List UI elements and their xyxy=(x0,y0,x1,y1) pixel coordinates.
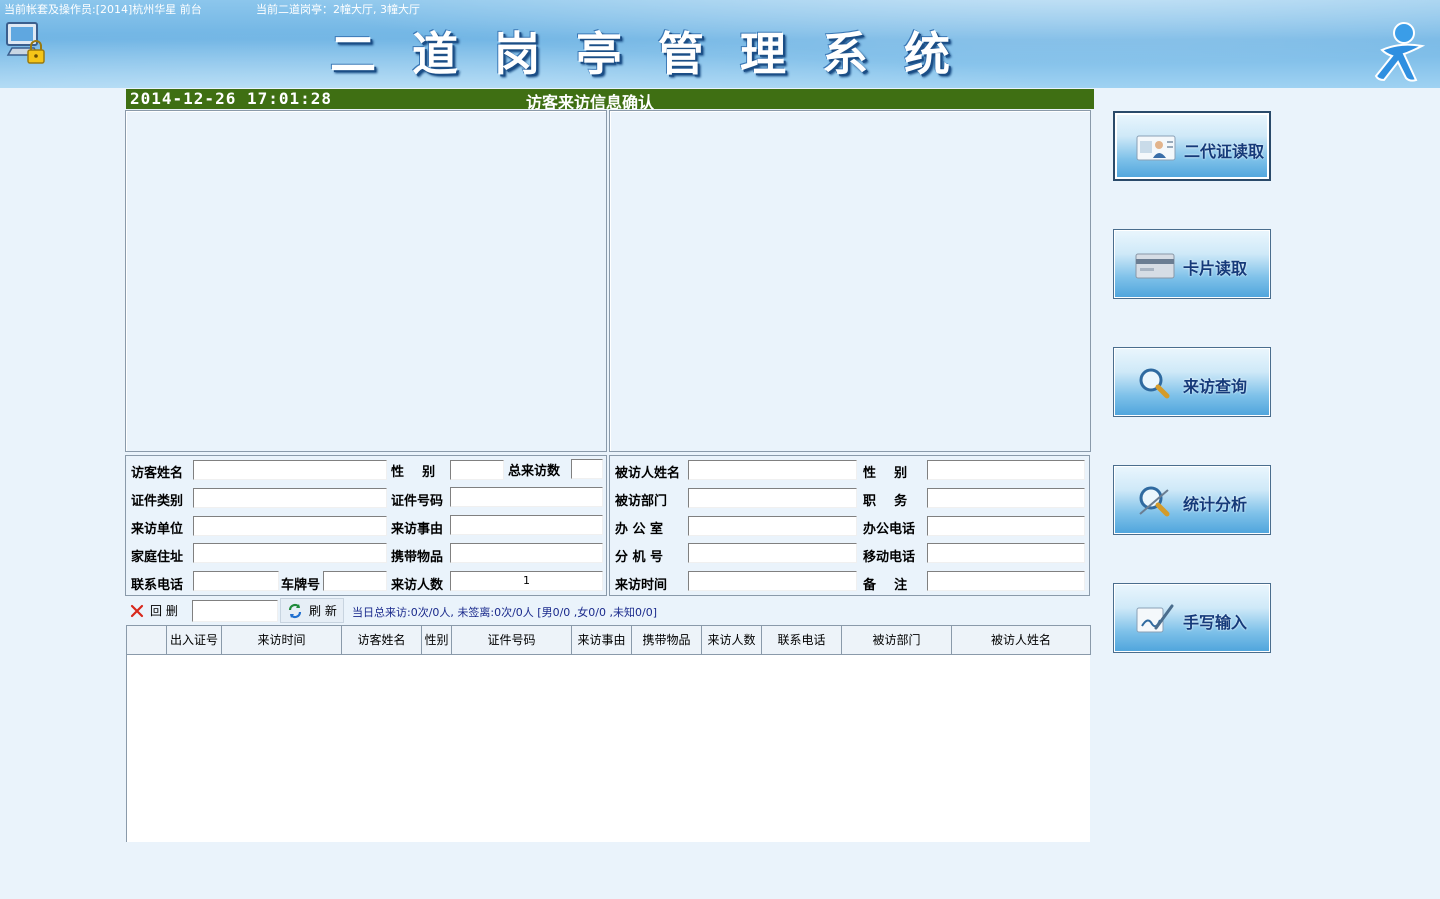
host-name-label: 被访人姓名 xyxy=(615,466,681,481)
visitor-count-label: 来访人数 xyxy=(391,578,444,593)
mobile-label: 移动电话 xyxy=(863,550,916,565)
host-gender-label: 性 别 xyxy=(863,466,908,481)
home-address-field[interactable] xyxy=(193,543,387,563)
office-label: 办 公 室 xyxy=(615,522,664,537)
plate-field[interactable] xyxy=(323,571,387,591)
visit-record-table[interactable]: 出入证号 来访时间 访客姓名 性别 证件号码 来访事由 携带物品 来访人数 联系… xyxy=(126,625,1091,842)
refresh-button-label: 刷 新 xyxy=(309,604,337,618)
id-number-label: 证件号码 xyxy=(391,494,444,509)
id-type-field[interactable] xyxy=(193,488,387,508)
daily-visit-summary: 当日总来访:0次/0人, 未签离:0次/0人 [男0/0 ,女0/0 ,未知0/… xyxy=(352,606,657,619)
visit-reason-label: 来访事由 xyxy=(391,522,444,537)
computer-lock-icon[interactable] xyxy=(4,20,50,66)
column-header-host-dept[interactable]: 被访部门 xyxy=(842,625,952,655)
column-header-visit-time[interactable]: 来访时间 xyxy=(222,625,342,655)
visitor-count-field[interactable]: 1 xyxy=(450,571,603,591)
analysis-icon xyxy=(1139,486,1170,517)
office-field[interactable] xyxy=(688,516,857,536)
visit-query-label: 来访查询 xyxy=(1183,377,1248,396)
handwriting-input-label: 手写输入 xyxy=(1183,613,1248,632)
extension-field[interactable] xyxy=(688,543,857,563)
office-phone-field[interactable] xyxy=(927,516,1085,536)
total-visits-field[interactable] xyxy=(571,459,603,479)
column-header-gender[interactable]: 性别 xyxy=(422,625,452,655)
visitor-form: 访客姓名 性 别 总来访数 证件类别 证件号码 来访单位 来访事由 家庭住址 携… xyxy=(125,455,607,596)
column-header-id-number[interactable]: 证件号码 xyxy=(452,625,572,655)
visitor-photo-panel xyxy=(125,110,607,452)
host-title-field[interactable] xyxy=(927,488,1085,508)
magnifier-icon xyxy=(1139,368,1170,399)
home-address-label: 家庭住址 xyxy=(131,550,184,565)
id-photo-panel xyxy=(609,110,1091,452)
host-form: 被访人姓名 性 别 被访部门 职 务 办 公 室 办公电话 分 机 号 移动电话… xyxy=(609,455,1090,596)
record-toolbar: 回 删 刷 新 当日总来访:0次/0人, 未签离:0次/0人 [男0/0 ,女0… xyxy=(126,598,1090,624)
carried-items-label: 携带物品 xyxy=(391,550,444,565)
read-card-label: 卡片读取 xyxy=(1183,259,1248,278)
delete-button[interactable]: 回 删 xyxy=(130,598,178,623)
read-card-button[interactable]: 卡片读取 xyxy=(1113,229,1271,299)
read-id-card-label: 二代证读取 xyxy=(1184,142,1265,161)
column-header-selector[interactable] xyxy=(127,625,167,655)
column-header-visitor-count[interactable]: 来访人数 xyxy=(702,625,762,655)
remark-label: 备 注 xyxy=(863,578,908,593)
phone-label: 联系电话 xyxy=(131,578,184,593)
refresh-icon xyxy=(288,603,302,618)
visitor-gender-field[interactable] xyxy=(450,460,504,480)
statistics-button[interactable]: 统计分析 xyxy=(1113,465,1271,535)
host-gender-field[interactable] xyxy=(927,460,1085,480)
id-number-field[interactable] xyxy=(450,487,603,507)
handwriting-icon xyxy=(1136,604,1174,633)
delete-x-icon xyxy=(130,604,144,617)
host-name-field[interactable] xyxy=(688,460,857,480)
visitor-name-label: 访客姓名 xyxy=(131,466,184,481)
card-icon xyxy=(1135,253,1175,279)
post-info: 当前二道岗亭：2幢大厅, 3幢大厅 xyxy=(256,3,420,16)
column-header-phone[interactable]: 联系电话 xyxy=(762,625,842,655)
person-icon xyxy=(1370,20,1430,86)
title-bar: 2014-12-26 17:01:28 访客来访信息确认 xyxy=(126,89,1094,112)
column-header-pass-number[interactable]: 出入证号 xyxy=(167,625,222,655)
visit-query-button[interactable]: 来访查询 xyxy=(1113,347,1271,417)
visitor-org-field[interactable] xyxy=(193,516,387,536)
current-datetime: 2014-12-26 17:01:28 xyxy=(130,89,333,108)
id-type-label: 证件类别 xyxy=(131,494,184,509)
refresh-button[interactable]: 刷 新 xyxy=(280,598,344,623)
id-card-icon xyxy=(1136,135,1176,161)
operator-info: 当前帐套及操作员:[2014]杭州华星 前台 xyxy=(4,3,202,16)
visitor-name-field[interactable] xyxy=(193,460,387,480)
plate-label: 车牌号 xyxy=(281,578,321,593)
mobile-field[interactable] xyxy=(927,543,1085,563)
system-title: 二道岗亭管理系统 xyxy=(330,27,986,81)
table-header: 出入证号 来访时间 访客姓名 性别 证件号码 来访事由 携带物品 来访人数 联系… xyxy=(127,625,1091,655)
read-id-card-button[interactable]: 二代证读取 xyxy=(1113,111,1271,181)
column-header-visitor-name[interactable]: 访客姓名 xyxy=(342,625,422,655)
host-dept-field[interactable] xyxy=(688,488,857,508)
visitor-gender-label: 性 别 xyxy=(391,465,436,480)
column-header-carried-items[interactable]: 携带物品 xyxy=(632,625,702,655)
host-title-label: 职 务 xyxy=(863,494,908,509)
delete-button-label: 回 删 xyxy=(150,604,178,618)
phone-field[interactable] xyxy=(193,571,279,591)
office-phone-label: 办公电话 xyxy=(863,522,916,537)
visit-time-field[interactable] xyxy=(688,571,857,591)
extension-label: 分 机 号 xyxy=(615,550,664,565)
visitor-org-label: 来访单位 xyxy=(131,522,184,537)
total-visits-label: 总来访数 xyxy=(508,464,561,479)
handwriting-input-button[interactable]: 手写输入 xyxy=(1113,583,1271,653)
host-dept-label: 被访部门 xyxy=(615,494,668,509)
visit-time-label: 来访时间 xyxy=(615,578,668,593)
column-header-host-name[interactable]: 被访人姓名 xyxy=(952,625,1091,655)
record-number-input[interactable] xyxy=(192,600,278,622)
app-header: 当前帐套及操作员:[2014]杭州华星 前台 当前二道岗亭：2幢大厅, 3幢大厅… xyxy=(0,0,1440,88)
remark-field[interactable] xyxy=(927,571,1085,591)
visit-reason-field[interactable] xyxy=(450,515,603,535)
column-header-visit-reason[interactable]: 来访事由 xyxy=(572,625,632,655)
statistics-label: 统计分析 xyxy=(1183,495,1248,514)
carried-items-field[interactable] xyxy=(450,543,603,563)
